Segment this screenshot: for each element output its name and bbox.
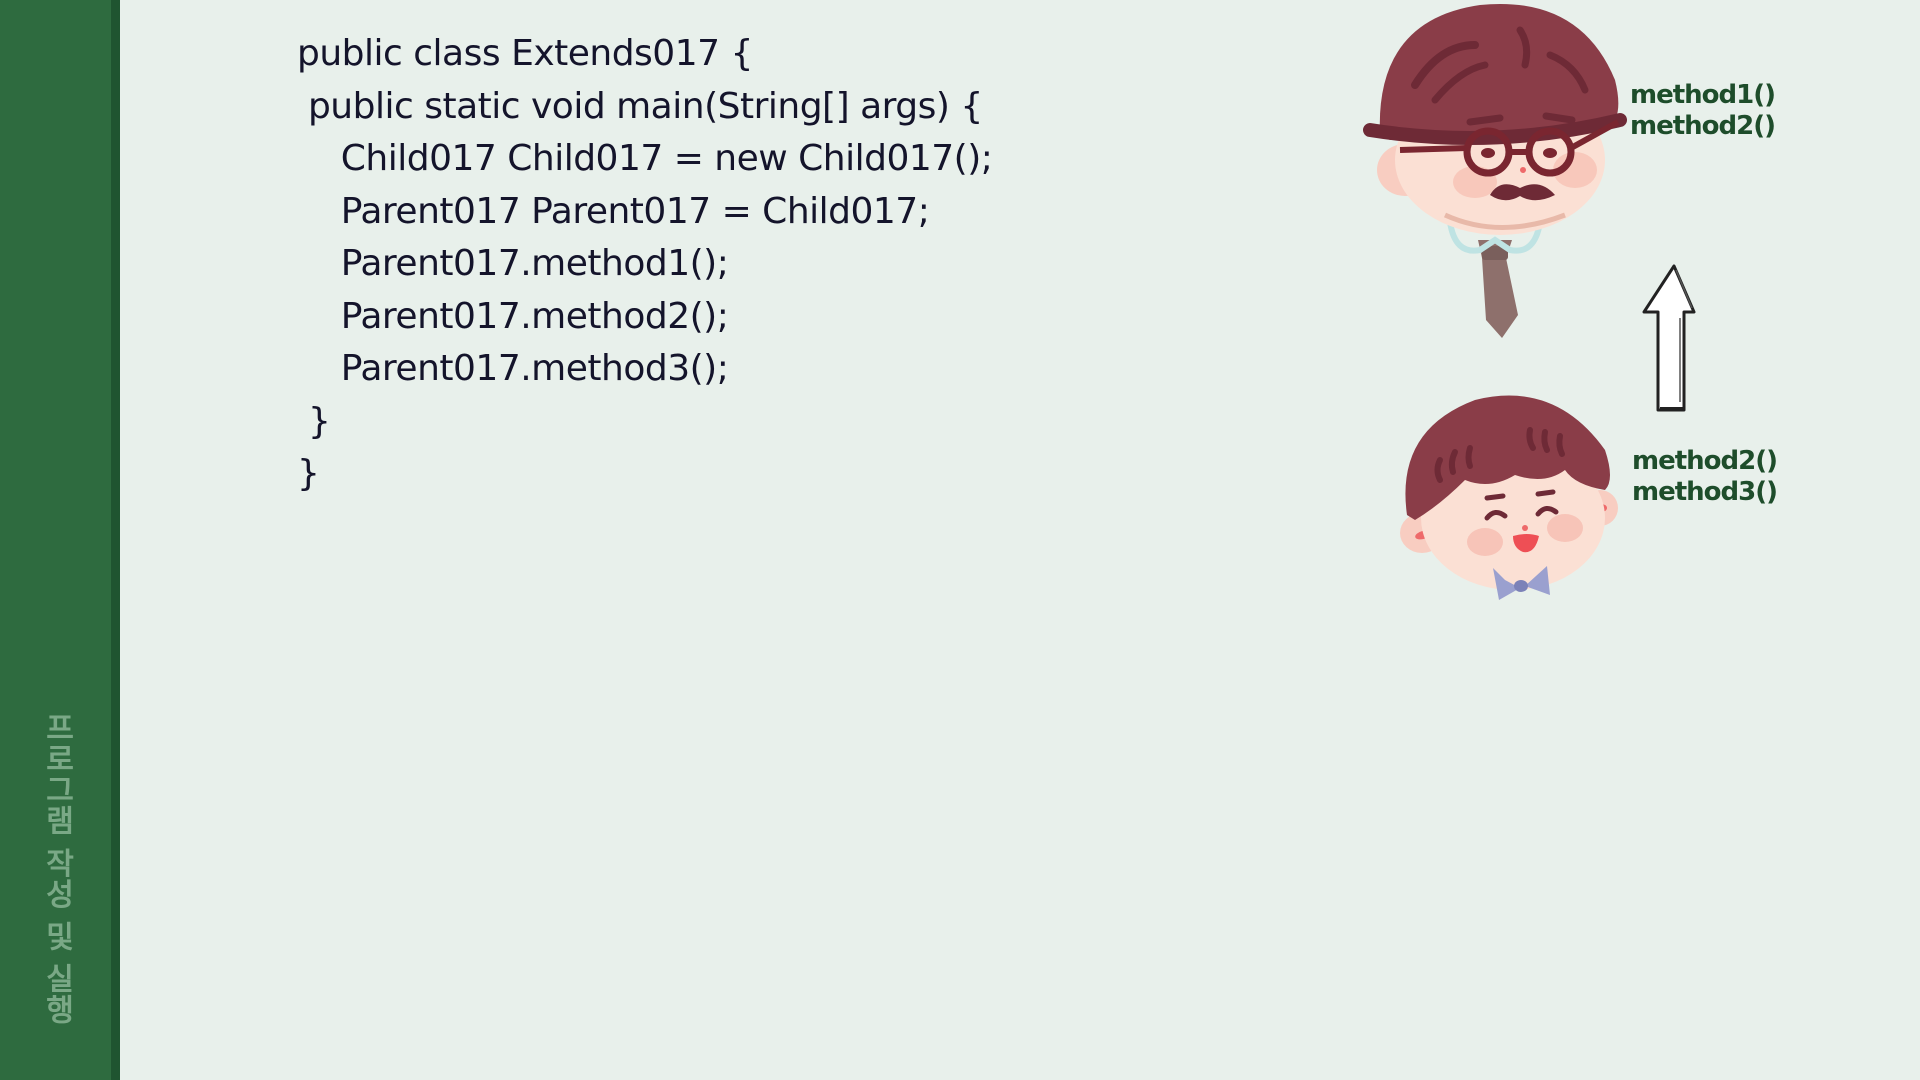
code-line: } [297, 453, 320, 494]
code-line: Parent017.method3(); [297, 348, 729, 389]
parent-method: method2() [1630, 111, 1776, 141]
code-line: Parent017.method2(); [297, 295, 729, 337]
father-character-icon [1360, 0, 1630, 350]
child-method: method3() [1632, 477, 1778, 507]
child-method: method2() [1632, 446, 1778, 476]
sidebar-title: 프로그램 작성 및 실행 [39, 712, 74, 1026]
sidebar: 프로그램 작성 및 실행 [0, 0, 120, 1080]
parent-method-list: method1() method2() [1630, 80, 1776, 142]
up-arrow-icon [1640, 262, 1700, 414]
code-line: public class Extends017 { [297, 33, 753, 74]
code-line: Parent017 Parent017 = Child017; [297, 190, 930, 232]
code-line: Parent017.method1(); [297, 243, 729, 284]
code-block: public class Extends017 { public static … [297, 28, 993, 501]
code-line: Child017 Child017 = new Child017(); [297, 138, 993, 179]
code-line: public static void main(String[] args) { [297, 85, 983, 127]
parent-method: method1() [1630, 80, 1776, 110]
code-line: } [297, 400, 331, 442]
child-character-icon [1395, 390, 1635, 610]
sidebar-edge [111, 0, 120, 1080]
child-method-list: method2() method3() [1632, 446, 1778, 508]
